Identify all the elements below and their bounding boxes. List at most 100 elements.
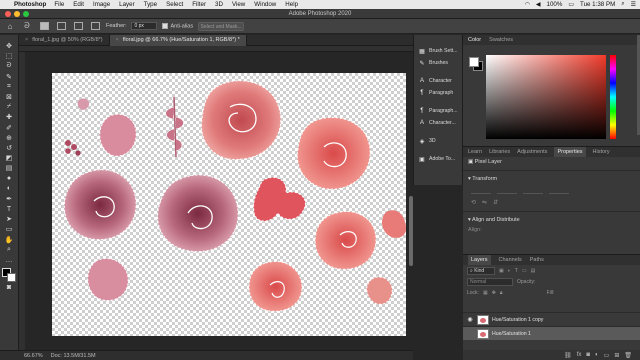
tab-layers[interactable]: Layers: [468, 255, 491, 265]
tab-swatches[interactable]: Swatches: [489, 35, 513, 45]
tab-learn[interactable]: Learn: [468, 147, 482, 157]
transform-section[interactable]: ▾ Transform: [463, 174, 640, 184]
flip-h-icon[interactable]: ⇋: [482, 199, 487, 206]
menubar-clock[interactable]: Tue 1:38 PM: [580, 1, 615, 8]
vertical-ruler[interactable]: [19, 52, 25, 350]
panel-character-styles[interactable]: A Character...: [414, 117, 462, 129]
smart-filter-icon[interactable]: ▤: [531, 268, 536, 274]
volume-icon[interactable]: ◀: [536, 1, 541, 8]
doc-size[interactable]: Doc: 13.5M/31.5M: [51, 353, 96, 359]
fx-icon[interactable]: fx: [577, 352, 582, 358]
close-tab-icon[interactable]: ×: [116, 37, 119, 43]
panel-paragraph-styles[interactable]: ¶ Paragraph...: [414, 105, 462, 117]
x-field[interactable]: [523, 187, 543, 194]
type-filter-icon[interactable]: T: [515, 268, 518, 274]
hand-tool-icon[interactable]: ✋: [3, 235, 16, 245]
home-icon[interactable]: ⌂: [4, 21, 16, 31]
subtract-selection-icon[interactable]: [72, 21, 84, 31]
menu-view[interactable]: View: [232, 1, 245, 8]
frame-tool-icon[interactable]: ⊠: [3, 92, 16, 102]
quick-select-tool-icon[interactable]: ✎: [3, 72, 16, 82]
battery-icon[interactable]: ▭: [568, 1, 574, 8]
panel-brush-settings[interactable]: ▦ Brush Sett...: [414, 45, 462, 57]
new-layer-icon[interactable]: ⊞: [614, 352, 619, 359]
move-tool-icon[interactable]: ✥: [3, 41, 16, 51]
lock-position-icon[interactable]: ✥: [492, 290, 496, 296]
quick-mask-icon[interactable]: ◙: [3, 282, 16, 292]
menu-edit[interactable]: Edit: [73, 1, 84, 8]
link-layers-icon[interactable]: ⛓: [564, 352, 572, 359]
tab-libraries[interactable]: Libraries: [489, 147, 510, 157]
canvas-scrollbar[interactable]: [409, 196, 413, 266]
menu-3d[interactable]: 3D: [215, 1, 223, 8]
layer-row[interactable]: ◉ Hue/Saturation 1 copy: [463, 312, 640, 326]
canvas-area[interactable]: [19, 46, 413, 350]
feather-input[interactable]: 0 px: [131, 22, 158, 30]
spotlight-icon[interactable]: ⌕: [621, 1, 624, 8]
tab-floral-1[interactable]: × floral_1.jpg @ 50% (RGB/8*): [19, 35, 110, 46]
panel-3d[interactable]: ◈ 3D: [414, 135, 462, 147]
pixel-filter-icon[interactable]: ▣: [499, 268, 504, 274]
tab-channels[interactable]: Channels: [499, 255, 522, 265]
menu-select[interactable]: Select: [166, 1, 183, 8]
minimize-window-button[interactable]: [14, 11, 20, 17]
zoom-level[interactable]: 66.67%: [24, 353, 43, 359]
clone-tool-icon[interactable]: ⊕: [3, 133, 16, 143]
blur-tool-icon[interactable]: ●: [3, 173, 16, 183]
crop-tool-icon[interactable]: ⌗: [3, 82, 16, 92]
adjustment-layer-icon[interactable]: ◐: [595, 352, 599, 358]
close-tab-icon[interactable]: ×: [25, 37, 28, 43]
close-window-button[interactable]: [5, 11, 11, 17]
menu-help[interactable]: Help: [285, 1, 298, 8]
shape-tool-icon[interactable]: ▭: [3, 224, 16, 234]
lock-pixels-icon[interactable]: ▦: [483, 290, 488, 296]
zoom-window-button[interactable]: [23, 11, 29, 17]
panel-adobe-tools[interactable]: ▣ Adobe To...: [414, 153, 462, 165]
panel-paragraph[interactable]: ¶ Paragraph: [414, 87, 462, 99]
menu-layer[interactable]: Layer: [119, 1, 134, 8]
gradient-tool-icon[interactable]: ▤: [3, 163, 16, 173]
hue-slider[interactable]: [610, 55, 616, 139]
path-select-tool-icon[interactable]: ➤: [3, 214, 16, 224]
tab-adjustments[interactable]: Adjustments: [517, 147, 547, 157]
add-selection-icon[interactable]: [55, 21, 67, 31]
menu-image[interactable]: Image: [93, 1, 110, 8]
healing-tool-icon[interactable]: ✚: [3, 112, 16, 122]
align-section[interactable]: ▾ Align and Distribute: [463, 215, 640, 225]
marquee-tool-icon[interactable]: ⬚: [3, 51, 16, 61]
eyedropper-tool-icon[interactable]: ⌿: [3, 102, 16, 112]
blend-mode-select[interactable]: Normal: [467, 277, 513, 286]
new-selection-icon[interactable]: [38, 21, 50, 31]
lock-all-icon[interactable]: 🔒︎: [500, 290, 503, 296]
add-mask-icon[interactable]: ◙: [586, 352, 590, 358]
new-group-icon[interactable]: ▭: [604, 352, 610, 359]
document-canvas[interactable]: [52, 73, 406, 336]
kind-filter-select[interactable]: ⌕ Kind: [467, 266, 495, 275]
tab-paths[interactable]: Paths: [530, 255, 544, 265]
height-field[interactable]: [497, 187, 517, 194]
select-and-mask-button[interactable]: Select and Mask...: [198, 21, 245, 31]
menu-type[interactable]: Type: [144, 1, 157, 8]
zoom-tool-icon[interactable]: ⌕: [3, 245, 16, 255]
lasso-tool-icon[interactable]: ᘐ: [3, 61, 16, 71]
app-menu[interactable]: Photoshop: [14, 1, 46, 8]
tab-color[interactable]: Color: [468, 35, 481, 45]
menu-window[interactable]: Window: [254, 1, 276, 8]
pen-tool-icon[interactable]: ✒: [3, 194, 16, 204]
color-swatches[interactable]: [2, 268, 16, 283]
flip-v-icon[interactable]: ⇵: [493, 199, 498, 206]
trash-icon[interactable]: 🗑︎: [624, 352, 632, 359]
intersect-selection-icon[interactable]: [89, 21, 101, 31]
history-brush-tool-icon[interactable]: ↺: [3, 143, 16, 153]
visibility-eye-icon[interactable]: ◉: [463, 316, 477, 323]
tab-properties[interactable]: Properties: [554, 147, 586, 157]
antialias-checkbox[interactable]: Anti-alias: [162, 22, 193, 29]
wifi-icon[interactable]: ◠: [525, 1, 530, 8]
dodge-tool-icon[interactable]: ◐: [3, 184, 16, 194]
layer-row[interactable]: Hue/Saturation 1: [463, 326, 640, 340]
color-picker-field[interactable]: [486, 55, 606, 139]
panel-foreground-swatch[interactable]: [469, 57, 479, 67]
brush-tool-icon[interactable]: ✐: [3, 123, 16, 133]
adjustment-filter-icon[interactable]: ◐: [508, 268, 511, 274]
type-tool-icon[interactable]: T: [3, 204, 16, 214]
